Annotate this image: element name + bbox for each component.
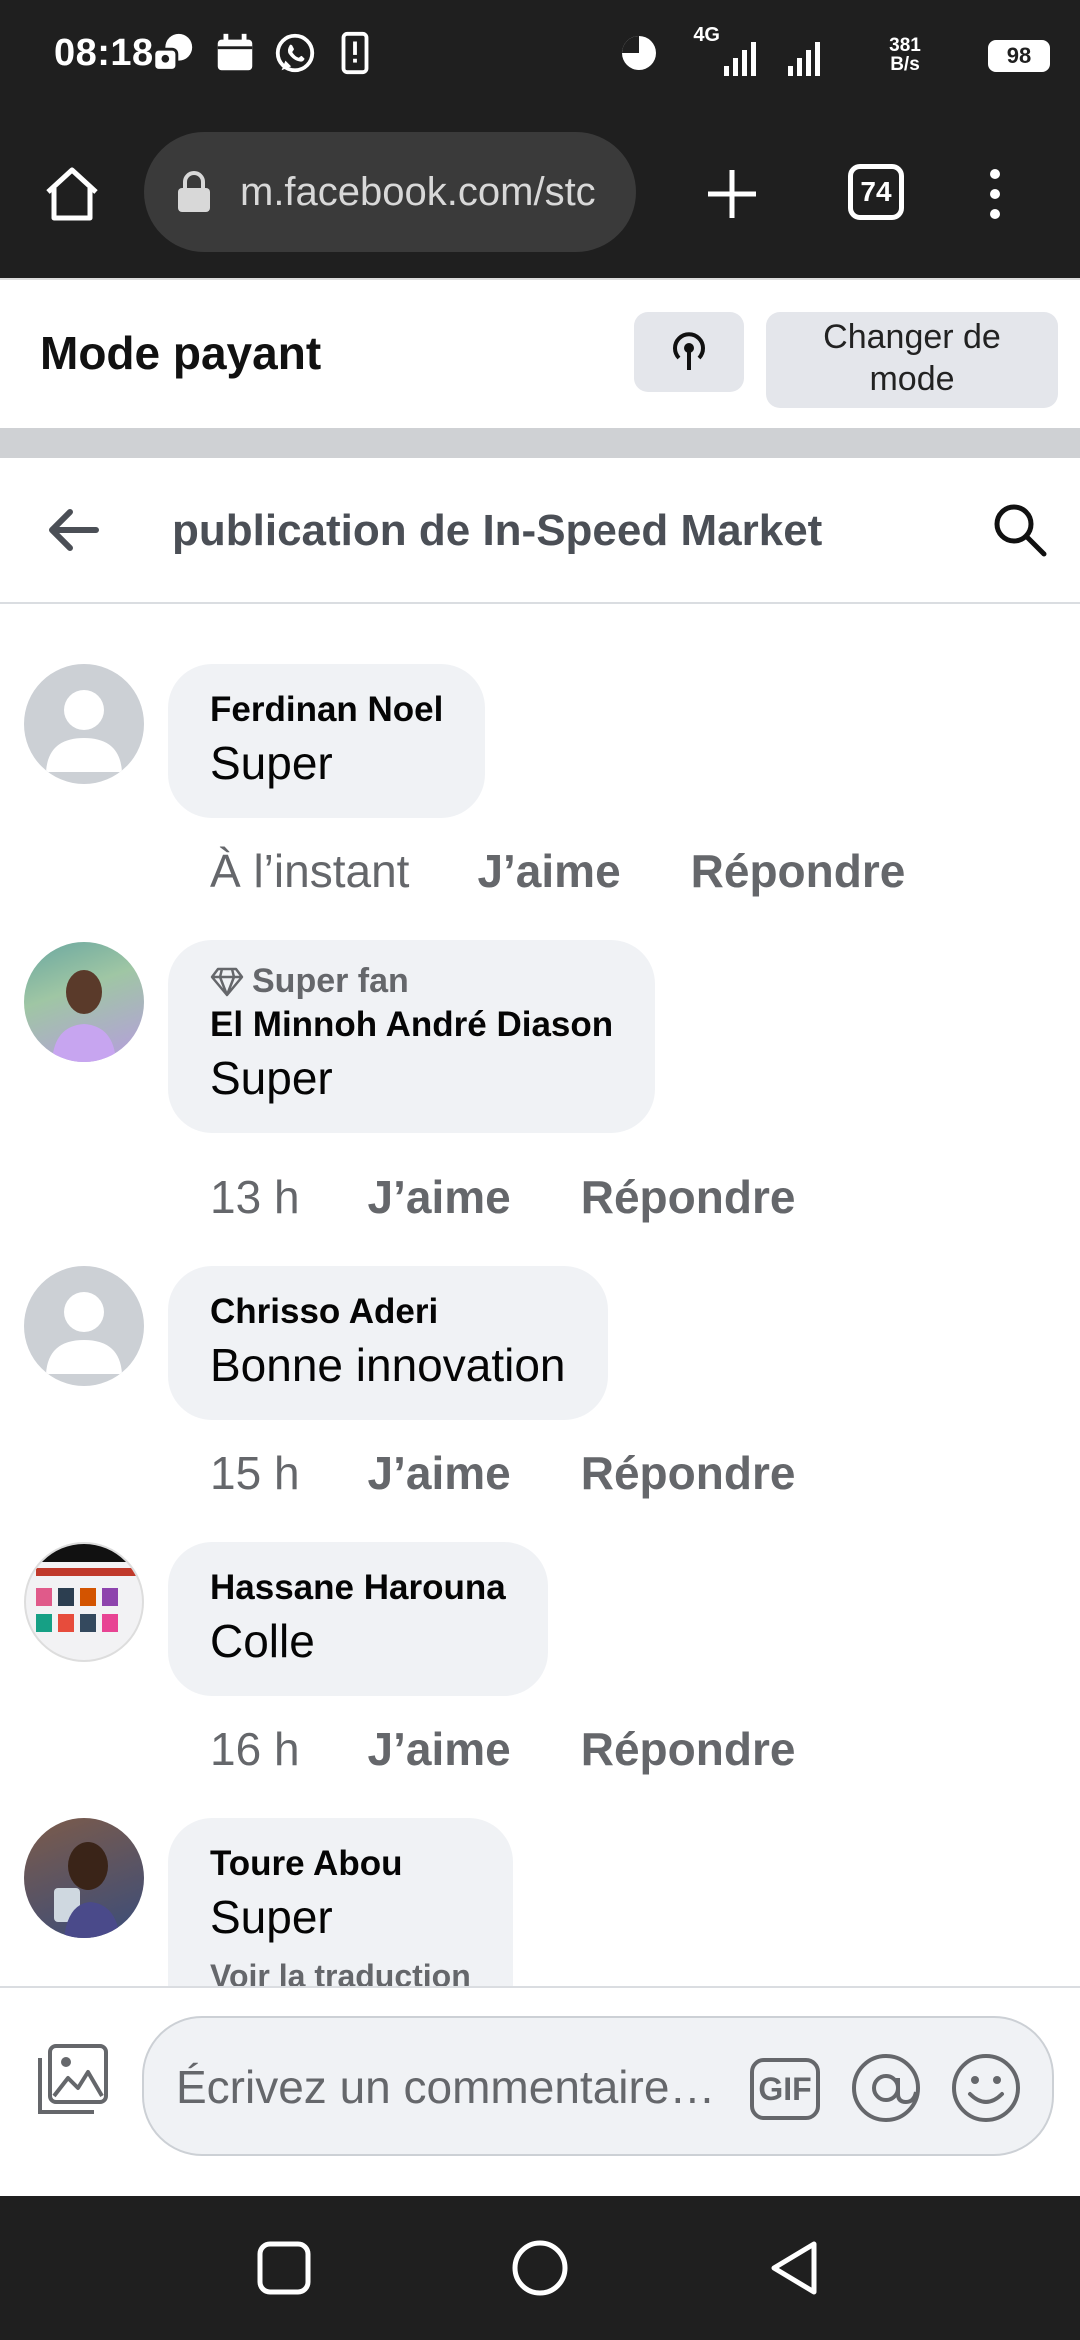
comment-time: À l’instant	[210, 845, 410, 897]
phone-icon	[341, 31, 369, 75]
comment-bubble[interactable]: Super fan El Minnoh André Diason Super	[168, 940, 656, 1133]
back-arrow-icon[interactable]	[44, 506, 100, 554]
home-icon[interactable]	[40, 162, 104, 226]
change-mode-label-2: mode	[869, 360, 955, 398]
avatar[interactable]	[24, 664, 144, 784]
comment-actions: 16 h J’aime Répondre	[210, 1722, 795, 1776]
avatar[interactable]	[24, 1266, 144, 1386]
comment-actions: À l’instant J’aime Répondre	[210, 844, 905, 898]
page-title: publication de In-Speed Market	[172, 506, 823, 555]
comment-input[interactable]: Écrivez un commentaire… GIF	[142, 2016, 1054, 2156]
reply-button[interactable]: Répondre	[581, 1446, 796, 1500]
search-icon[interactable]	[990, 500, 1050, 560]
commenter-name[interactable]: Toure Abou	[210, 1844, 471, 1884]
comment-time: 16 h	[210, 1723, 300, 1775]
gif-button[interactable]: GIF	[750, 2058, 820, 2120]
system-nav-bar	[0, 2196, 1080, 2340]
home-nav-icon[interactable]	[510, 2238, 570, 2298]
comment-text: Super	[210, 1891, 333, 1943]
battery-icon: 98	[988, 40, 1050, 72]
profile-photo	[26, 1544, 142, 1632]
new-tab-icon[interactable]	[704, 166, 760, 222]
recents-icon[interactable]	[256, 2240, 312, 2296]
default-avatar-icon	[46, 1292, 122, 1374]
profile-photo	[54, 1842, 120, 1938]
comment-text: Super	[210, 737, 333, 789]
address-bar[interactable]: m.facebook.com/stc	[144, 132, 636, 252]
commenter-name[interactable]: Hassane Harouna	[210, 1568, 506, 1608]
comment-text: Bonne innovation	[210, 1339, 566, 1391]
comment-text: Colle	[210, 1615, 315, 1667]
back-nav-icon[interactable]	[766, 2238, 822, 2298]
default-avatar-icon	[46, 690, 122, 772]
super-fan-badge: Super fan	[210, 962, 613, 1001]
change-mode-button[interactable]: Changer de mode	[766, 312, 1058, 408]
tab-switcher-button[interactable]: 74	[848, 164, 904, 220]
comment-time: 15 h	[210, 1447, 300, 1499]
network-type: 4G	[693, 24, 720, 46]
avatar[interactable]	[24, 1542, 144, 1662]
signal-icon	[724, 42, 756, 76]
comment-bubble[interactable]: Chrisso Aderi Bonne innovation	[168, 1266, 608, 1420]
commenter-name[interactable]: Chrisso Aderi	[210, 1292, 566, 1332]
like-button[interactable]: J’aime	[368, 1446, 511, 1500]
badge-label: Super fan	[252, 962, 409, 1000]
comment-time: 13 h	[210, 1171, 300, 1223]
status-bar: 08:18 4G 381 B/s 98	[0, 0, 1080, 110]
signal-icon-2	[788, 42, 820, 76]
comment-actions: 13 h J’aime Répondre	[210, 1170, 795, 1224]
whatsapp-icon	[275, 33, 315, 73]
commenter-name[interactable]: Ferdinan Noel	[210, 690, 443, 730]
comment-placeholder: Écrivez un commentaire…	[176, 2061, 716, 2113]
avatar[interactable]	[24, 942, 144, 1062]
mode-bar: Mode payant Changer de mode	[0, 278, 1080, 428]
page-header: publication de In-Speed Market	[0, 458, 1080, 604]
mention-icon[interactable]	[850, 2052, 922, 2124]
like-button[interactable]: J’aime	[368, 1170, 511, 1224]
comment-bubble[interactable]: Hassane Harouna Colle	[168, 1542, 548, 1696]
diamond-icon	[210, 967, 244, 996]
data-saver-icon	[622, 36, 656, 70]
lock-icon	[178, 171, 210, 212]
messenger-icon	[152, 33, 193, 72]
network-speed: 381 B/s	[889, 35, 921, 75]
more-menu-icon[interactable]	[980, 166, 1010, 222]
data-mode-button[interactable]	[634, 312, 744, 392]
reply-button[interactable]: Répondre	[691, 844, 906, 898]
section-divider	[0, 428, 1080, 458]
mode-title: Mode payant	[40, 327, 322, 379]
emoji-icon[interactable]	[950, 2052, 1022, 2124]
broadcast-icon	[673, 332, 705, 370]
comment-item: Toure Abou Super Voir la traduction	[0, 1818, 1080, 1986]
reply-button[interactable]: Répondre	[581, 1170, 796, 1224]
comment-text: Super	[210, 1052, 333, 1104]
change-mode-label-1: Changer de	[823, 318, 1001, 356]
comment-bubble[interactable]: Ferdinan Noel Super	[168, 664, 486, 818]
profile-photo	[52, 970, 116, 1062]
status-time: 08:18	[54, 32, 154, 74]
commenter-name[interactable]: El Minnoh André Diason	[210, 1005, 613, 1045]
browser-toolbar: m.facebook.com/stc 74	[0, 110, 1080, 278]
url-text: m.facebook.com/stc	[240, 170, 596, 214]
comment-bubble[interactable]: Toure Abou Super Voir la traduction	[168, 1818, 513, 1986]
comment-actions: 15 h J’aime Répondre	[210, 1446, 795, 1500]
photo-gallery-icon[interactable]	[36, 2042, 110, 2116]
reply-button[interactable]: Répondre	[581, 1722, 796, 1776]
calendar-icon	[217, 33, 253, 71]
see-translation-link[interactable]: Voir la traduction	[210, 1958, 471, 1986]
like-button[interactable]: J’aime	[477, 844, 620, 898]
like-button[interactable]: J’aime	[368, 1722, 511, 1776]
comment-composer: Écrivez un commentaire… GIF	[0, 1986, 1080, 2196]
avatar[interactable]	[24, 1818, 144, 1938]
